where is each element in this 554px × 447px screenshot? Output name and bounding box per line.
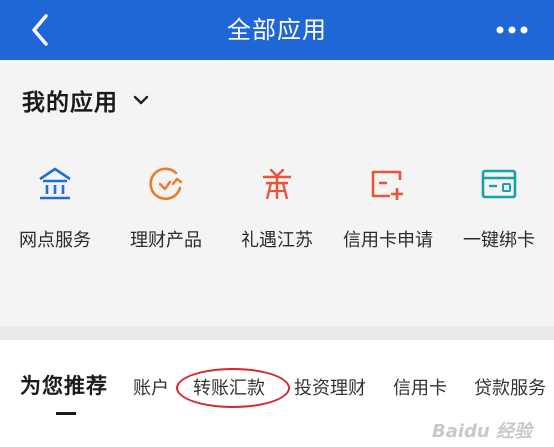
app-wealth-products[interactable]: 理财产品 <box>111 160 221 260</box>
app-one-click-bind-card[interactable]: 一键绑卡 <box>444 160 554 260</box>
more-horizontal-icon <box>496 26 528 34</box>
page-title: 全部应用 <box>227 16 327 44</box>
bank-branch-icon <box>35 164 75 204</box>
recommend-section: 为您推荐 账户 转账汇款 投资理财 信用卡 贷款服务 Baidu 经验 <box>0 340 554 447</box>
my-apps-toggle[interactable]: 我的应用 <box>22 82 150 118</box>
app-branch-service[interactable]: 网点服务 <box>0 160 110 260</box>
app-credit-card-apply[interactable]: 信用卡申请 <box>333 160 443 260</box>
tab-transfer[interactable]: 转账汇款 <box>193 374 265 400</box>
app-gift-jiangsu[interactable]: 礼遇江苏 <box>222 160 332 260</box>
watermark: Baidu 经验 <box>431 421 532 442</box>
my-apps-grid: 网点服务 理财产品 礼遇江苏 信用卡申请 一键绑卡 <box>0 160 554 260</box>
tab-account[interactable]: 账户 <box>133 374 169 400</box>
card-bind-icon <box>479 164 519 204</box>
top-bar: 全部应用 <box>0 0 554 60</box>
tab-credit-card[interactable]: 信用卡 <box>393 374 447 400</box>
credit-card-apply-icon <box>368 164 408 204</box>
more-button[interactable] <box>490 16 534 44</box>
chevron-down-icon <box>133 95 149 105</box>
section-divider <box>0 326 554 340</box>
screen: 全部应用 我的应用 网点服务 理财产品 礼遇江苏 信用卡申请 一键绑卡 为您推荐… <box>0 0 554 447</box>
my-apps-title: 我的应用 <box>22 90 118 116</box>
wealth-product-icon <box>146 164 186 204</box>
recommend-title: 为您推荐 <box>20 374 108 398</box>
app-label: 一键绑卡 <box>463 230 535 251</box>
tab-loan-service[interactable]: 贷款服务 <box>474 374 546 400</box>
tab-investment[interactable]: 投资理财 <box>294 374 366 400</box>
active-tab-indicator <box>56 412 76 415</box>
gift-icon <box>257 164 297 204</box>
